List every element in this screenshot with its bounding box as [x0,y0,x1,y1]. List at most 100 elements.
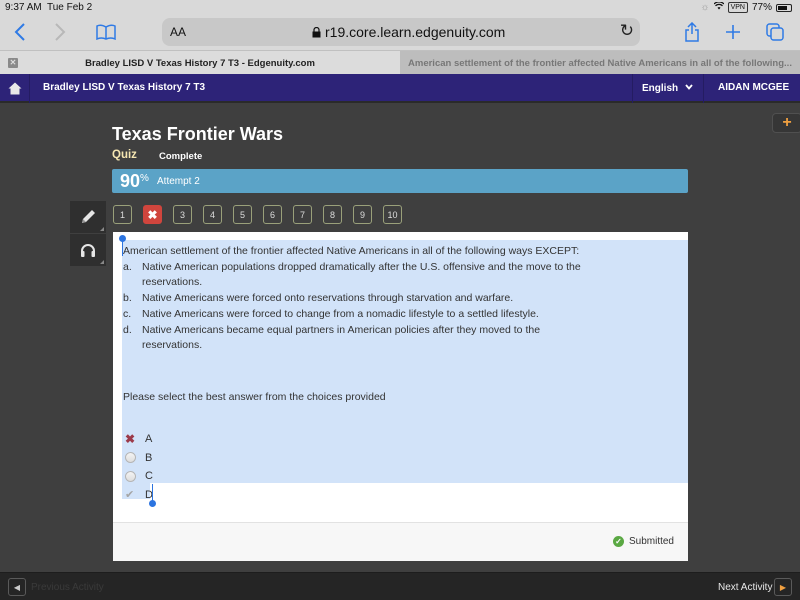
selection-handle-end[interactable] [149,500,156,507]
activity-status: Complete [159,151,203,162]
option-letter: d. [123,323,132,336]
score-value: 90% [120,171,149,192]
answer-prompt: Please select the best answer from the c… [123,391,386,403]
url-text: r19.core.learn.edgenuity.com [325,24,506,40]
answer-choices: ✖ A B C ✔ D [125,430,153,504]
tab-edgenuity[interactable]: ✕ Bradley LISD V Texas History 7 T3 - Ed… [0,51,400,75]
battery-icon [776,3,792,12]
url-display: r19.core.learn.edgenuity.com [312,24,505,40]
caret-left-icon: ◀ [13,582,21,592]
tab-title: Bradley LISD V Texas History 7 T3 - Edge… [85,57,315,69]
option-text: Native American populations dropped dram… [142,260,581,289]
correct-check-icon: ✔ [125,489,135,502]
answer-a[interactable]: ✖ A [125,430,153,449]
option-letter: b. [123,292,132,305]
headphones-icon [81,244,95,257]
battery-percent: 77% [751,2,772,13]
radio-button[interactable] [125,470,136,482]
previous-activity-button[interactable]: ◀ [8,578,26,596]
next-activity-button[interactable]: ▶ [774,578,792,596]
forward-icon[interactable] [54,20,66,44]
brightness-icon: ☼ [700,2,710,13]
selection-caret-end [152,484,153,501]
plus-icon: + [782,114,792,131]
submission-status: ✓ Submitted [612,536,674,547]
audio-tool-button[interactable] [70,234,106,266]
pencil-icon [82,210,95,223]
incorrect-x-icon: ✖ [125,432,136,447]
tab-title: American settlement of the frontier affe… [408,57,792,69]
new-tab-icon[interactable] [725,20,741,44]
caret-right-icon: ▶ [779,582,787,592]
status-time: 9:37 AM [5,2,42,13]
score-number: 90 [120,171,141,191]
question-button-6[interactable]: 6 [263,205,282,224]
course-title: Bradley LISD V Texas History 7 T3 [43,82,206,93]
user-menu[interactable]: AIDAN MCGEE [718,82,789,93]
option-c: c. Native Americans were forced to change… [123,307,683,323]
option-letter: a. [123,260,132,273]
selection-caret-start [122,240,123,256]
home-icon [8,82,21,95]
answer-b[interactable]: B [125,449,153,468]
option-d: d. Native Americans became equal partners… [123,323,683,354]
score-bar: 90% Attempt 2 [112,169,688,193]
check-circle-icon: ✓ [612,536,624,547]
language-select[interactable]: English [632,74,704,103]
wifi-icon [713,1,725,13]
address-bar[interactable]: AA r19.core.learn.edgenuity.com ↻ [162,18,640,46]
score-unit: % [140,173,149,184]
question-button-8[interactable]: 8 [323,205,342,224]
option-text: Native Americans were forced to change f… [142,307,539,320]
question-panel: American settlement of the frontier affe… [113,232,688,561]
question-button-2-incorrect[interactable]: ✖ [143,205,162,224]
question-button-4[interactable]: 4 [203,205,222,224]
answer-label: B [145,451,153,464]
close-tab-icon[interactable]: ✕ [8,58,18,68]
question-button-1[interactable]: 1 [113,205,132,224]
previous-activity-label[interactable]: Previous Activity [31,582,104,593]
reload-icon[interactable]: ↻ [620,21,634,41]
tab-question[interactable]: American settlement of the frontier affe… [400,51,800,75]
question-footer: ✓ Submitted [113,522,688,561]
annotate-tool-button[interactable] [70,201,106,233]
question-button-9[interactable]: 9 [353,205,372,224]
bookmarks-icon[interactable] [96,20,116,44]
question-button-3[interactable]: 3 [173,205,192,224]
activity-navigation-bar: ◀ Previous Activity Next Activity ▶ [0,572,800,600]
battery-fill [778,5,788,10]
option-b: b. Native Americans were forced onto rese… [123,291,683,307]
ios-status-bar: 9:37 AM Tue Feb 2 ☼ VPN 77% [0,0,800,16]
text-size-button[interactable]: AA [170,25,186,39]
question-navigation: 1 ✖ 3 4 5 6 7 8 9 10 [113,205,413,224]
status-date: Tue Feb 2 [47,2,93,13]
question-text: American settlement of the frontier affe… [123,244,683,354]
submission-status-label: Submitted [628,536,674,547]
option-a: a. Native American populations dropped dr… [123,260,683,291]
share-icon[interactable] [684,20,700,44]
question-button-5[interactable]: 5 [233,205,252,224]
option-letter: c. [123,307,132,320]
attempt-label: Attempt 2 [157,176,200,187]
next-activity-label[interactable]: Next Activity [718,582,772,593]
language-label: English [642,83,679,94]
tabs-overview-icon[interactable] [766,20,784,44]
chevron-down-icon [685,82,693,92]
lock-icon [312,26,321,37]
question-button-7[interactable]: 7 [293,205,312,224]
answer-label: A [145,433,153,446]
radio-button[interactable] [125,452,136,464]
home-button[interactable] [0,74,30,103]
activity-title: Texas Frontier Wars [112,124,284,144]
back-icon[interactable] [14,20,26,44]
vpn-badge: VPN [727,2,748,13]
option-text: Native Americans were forced onto reserv… [142,292,514,305]
option-text: Native Americans became equal partners i… [142,323,541,352]
question-button-10[interactable]: 10 [383,205,402,224]
activity-type: Quiz [112,149,137,161]
app-header: Bradley LISD V Texas History 7 T3 Englis… [0,74,800,103]
add-button[interactable]: + [772,113,800,133]
answer-label: C [145,470,153,483]
answer-c[interactable]: C [125,467,153,486]
browser-toolbar: AA r19.core.learn.edgenuity.com ↻ [0,16,800,50]
